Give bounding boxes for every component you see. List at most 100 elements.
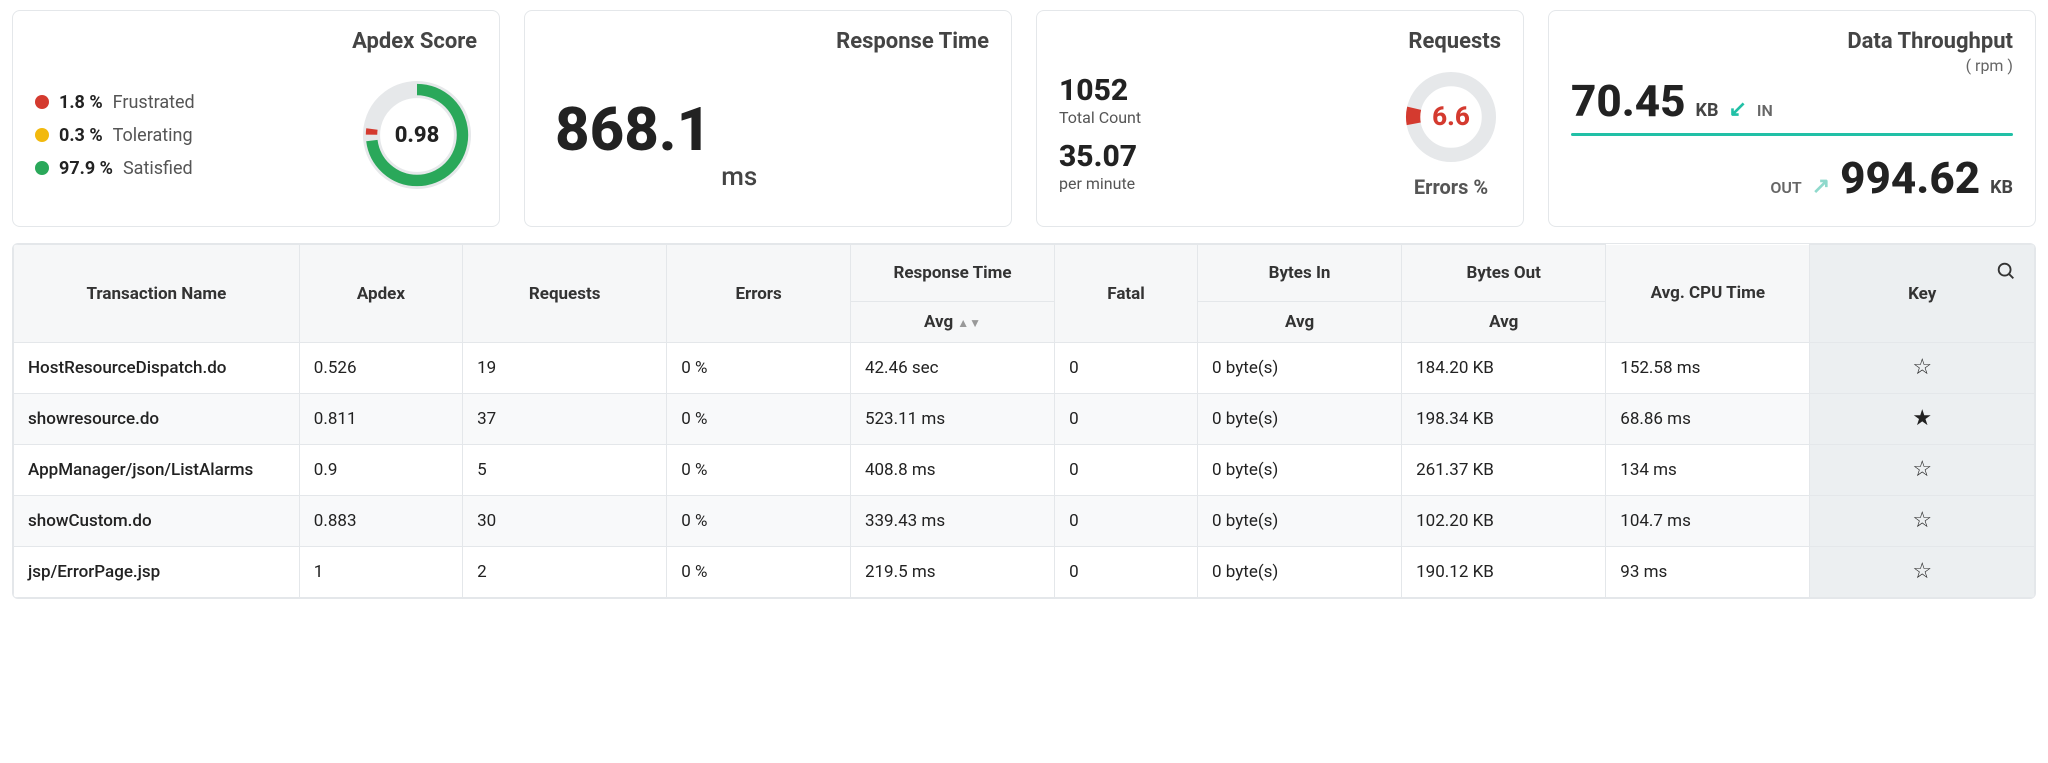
cell-errors: 0 % — [667, 445, 851, 496]
cell-key: ☆ — [1810, 343, 2035, 394]
requests-total-label: Total Count — [1059, 108, 1141, 127]
throughput-in-label: IN — [1757, 101, 1773, 120]
cell-requests: 30 — [463, 496, 667, 547]
cell-errors: 0 % — [667, 547, 851, 598]
apdex-legend: 1.8 % Frustrated 0.3 % Tolerating 97.9 %… — [35, 92, 195, 179]
th-transaction-name[interactable]: Transaction Name — [14, 245, 300, 343]
throughput-card: Data Throughput ( rpm ) 70.45 KB ↙ IN OU… — [1548, 10, 2036, 227]
cell-bytes-out: 198.34 KB — [1402, 394, 1606, 445]
cell-apdex: 0.9 — [299, 445, 462, 496]
cell-bytes-in: 0 byte(s) — [1197, 496, 1401, 547]
cell-rt-avg: 408.8 ms — [850, 445, 1054, 496]
legend-pct: 97.9 % — [59, 158, 113, 179]
cell-cpu: 93 ms — [1606, 547, 1810, 598]
cell-apdex: 0.526 — [299, 343, 462, 394]
cell-rt-avg: 339.43 ms — [850, 496, 1054, 547]
star-icon[interactable]: ☆ — [1912, 459, 1932, 481]
star-icon[interactable]: ☆ — [1912, 510, 1932, 532]
response-time-unit: ms — [721, 162, 757, 192]
response-time-card: Response Time 868.1 ms — [524, 10, 1012, 227]
table-row[interactable]: AppManager/json/ListAlarms0.950 %408.8 m… — [14, 445, 2035, 496]
th-bytes-out-avg[interactable]: Avg — [1402, 302, 1606, 343]
transactions-table: Transaction Name Apdex Requests Errors R… — [13, 244, 2035, 598]
th-errors[interactable]: Errors — [667, 245, 851, 343]
throughput-out-label: OUT — [1770, 178, 1801, 197]
arrow-in-icon: ↙ — [1728, 97, 1746, 122]
transactions-table-wrap: Transaction Name Apdex Requests Errors R… — [12, 243, 2036, 599]
cell-bytes-in: 0 byte(s) — [1197, 343, 1401, 394]
table-row[interactable]: jsp/ErrorPage.jsp120 %219.5 ms00 byte(s)… — [14, 547, 2035, 598]
cell-rt-avg: 219.5 ms — [850, 547, 1054, 598]
cell-key: ☆ — [1810, 445, 2035, 496]
errors-value: 6.6 — [1401, 67, 1501, 167]
cell-transaction-name: showCustom.do — [14, 496, 300, 547]
cell-key: ☆ — [1810, 496, 2035, 547]
throughput-in-unit: KB — [1696, 100, 1719, 121]
th-apdex[interactable]: Apdex — [299, 245, 462, 343]
requests-stats: 1052 Total Count 35.07 per minute — [1059, 73, 1141, 193]
legend-label: Satisfied — [123, 158, 193, 179]
throughput-title: Data Throughput — [1571, 29, 2013, 54]
search-icon — [1995, 260, 2017, 282]
apdex-card: Apdex Score 1.8 % Frustrated 0.3 % Toler… — [12, 10, 500, 227]
throughput-in-value: 70.45 — [1571, 75, 1686, 127]
cell-bytes-out: 261.37 KB — [1402, 445, 1606, 496]
cell-transaction-name: HostResourceDispatch.do — [14, 343, 300, 394]
errors-label: Errors % — [1401, 175, 1501, 199]
th-bytes-in-avg[interactable]: Avg — [1197, 302, 1401, 343]
throughput-out-unit: KB — [1990, 177, 2013, 198]
apdex-value: 0.98 — [357, 75, 477, 195]
table-row[interactable]: showCustom.do0.883300 %339.43 ms00 byte(… — [14, 496, 2035, 547]
throughput-subtitle: ( rpm ) — [1571, 56, 2013, 75]
th-requests[interactable]: Requests — [463, 245, 667, 343]
cell-fatal: 0 — [1055, 343, 1198, 394]
response-time-value: 868.1 — [555, 94, 711, 165]
th-bytes-out[interactable]: Bytes Out — [1402, 245, 1606, 302]
cell-bytes-out: 190.12 KB — [1402, 547, 1606, 598]
requests-total-value: 1052 — [1059, 73, 1141, 108]
cell-fatal: 0 — [1055, 445, 1198, 496]
th-bytes-in[interactable]: Bytes In — [1197, 245, 1401, 302]
th-avg-cpu[interactable]: Avg. CPU Time — [1606, 245, 1810, 343]
dot-icon — [35, 161, 49, 175]
th-response-time[interactable]: Response Time — [850, 245, 1054, 302]
th-fatal[interactable]: Fatal — [1055, 245, 1198, 343]
cell-cpu: 68.86 ms — [1606, 394, 1810, 445]
cell-bytes-out: 102.20 KB — [1402, 496, 1606, 547]
cell-cpu: 152.58 ms — [1606, 343, 1810, 394]
th-response-time-avg[interactable]: Avg▲▼ — [850, 302, 1054, 343]
cell-errors: 0 % — [667, 394, 851, 445]
dot-icon — [35, 128, 49, 142]
cell-apdex: 0.811 — [299, 394, 462, 445]
apdex-donut: 0.98 — [357, 75, 477, 195]
requests-card: Requests 1052 Total Count 35.07 per minu… — [1036, 10, 1524, 227]
table-row[interactable]: HostResourceDispatch.do0.526190 %42.46 s… — [14, 343, 2035, 394]
cell-cpu: 134 ms — [1606, 445, 1810, 496]
apdex-title: Apdex Score — [35, 29, 477, 54]
errors-donut: 6.6 — [1401, 67, 1501, 167]
legend-frustrated: 1.8 % Frustrated — [35, 92, 195, 113]
cell-bytes-in: 0 byte(s) — [1197, 547, 1401, 598]
throughput-divider — [1571, 133, 2013, 136]
dot-icon — [35, 95, 49, 109]
cell-bytes-in: 0 byte(s) — [1197, 394, 1401, 445]
cell-cpu: 104.7 ms — [1606, 496, 1810, 547]
legend-label: Tolerating — [113, 125, 193, 146]
search-button[interactable] — [1989, 254, 2023, 288]
cell-fatal: 0 — [1055, 496, 1198, 547]
cell-requests: 37 — [463, 394, 667, 445]
table-row[interactable]: showresource.do0.811370 %523.11 ms00 byt… — [14, 394, 2035, 445]
cell-key: ★ — [1810, 394, 2035, 445]
requests-rate-value: 35.07 — [1059, 139, 1141, 174]
legend-pct: 0.3 % — [59, 125, 103, 146]
cell-bytes-in: 0 byte(s) — [1197, 445, 1401, 496]
star-icon[interactable]: ★ — [1912, 408, 1932, 430]
cell-errors: 0 % — [667, 343, 851, 394]
response-time-title: Response Time — [547, 29, 989, 54]
requests-rate-label: per minute — [1059, 174, 1141, 193]
star-icon[interactable]: ☆ — [1912, 561, 1932, 583]
cell-requests: 2 — [463, 547, 667, 598]
cell-rt-avg: 42.46 sec — [850, 343, 1054, 394]
star-icon[interactable]: ☆ — [1912, 357, 1932, 379]
sort-icon: ▲▼ — [957, 316, 981, 330]
